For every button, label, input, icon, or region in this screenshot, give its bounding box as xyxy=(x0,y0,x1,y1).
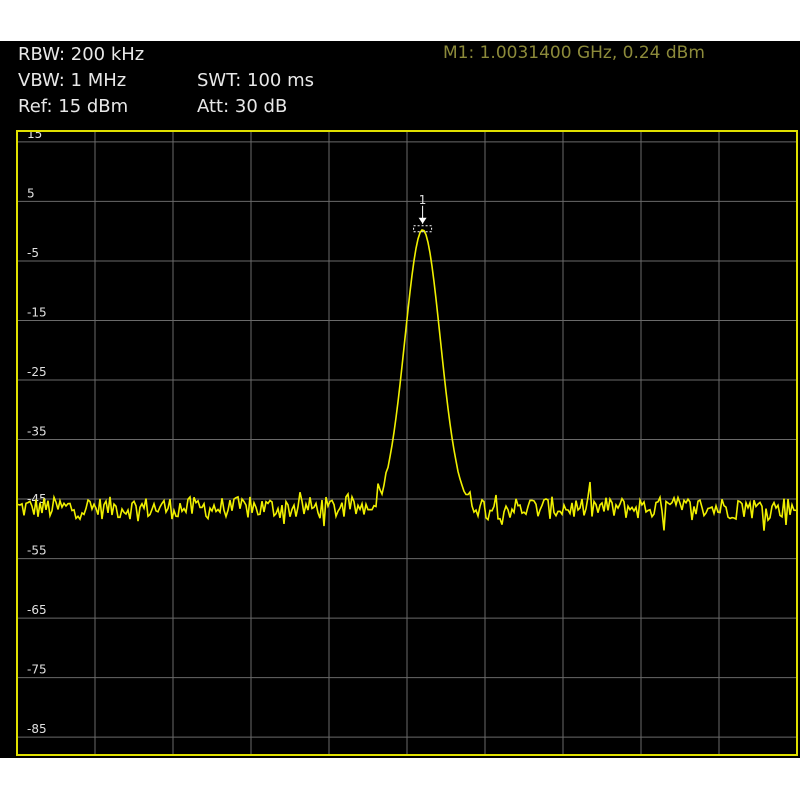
rbw-readout: RBW: 200 kHz xyxy=(18,44,145,65)
y-tick-label: -15 xyxy=(27,305,47,319)
marker-readout: M1: 1.0031400 GHz, 0.24 dBm xyxy=(443,43,705,63)
y-axis-labels: 155-5-15-25-35-55-65-75-85 xyxy=(27,130,47,736)
y-tick-label: 5 xyxy=(27,186,35,200)
attenuation-readout: Att: 30 dB xyxy=(197,96,288,117)
marker-1[interactable]: 1 xyxy=(413,193,433,233)
marker-label: 1 xyxy=(419,193,427,207)
ref-level-readout: Ref: 15 dBm xyxy=(18,96,129,117)
y-tick-label: -35 xyxy=(27,425,47,439)
marker-arrow-icon xyxy=(418,217,427,224)
y-tick-label: -25 xyxy=(27,365,47,379)
y-tick-label: -85 xyxy=(27,722,47,736)
spectrum-plot: 155-5-15-25-35-55-65-75-85 -45 1 xyxy=(16,130,798,756)
y-tick-label: -65 xyxy=(27,603,47,617)
grid xyxy=(17,130,797,755)
y-tick-label: -55 xyxy=(27,544,47,558)
sweep-time-readout: SWT: 100 ms xyxy=(197,70,315,91)
y-tick-label: -75 xyxy=(27,663,47,677)
y-tick-label: -5 xyxy=(27,246,39,260)
vbw-readout: VBW: 1 MHz xyxy=(18,70,127,91)
analyzer-screen: RBW: 200 kHz VBW: 1 MHz Ref: 15 dBm SWT:… xyxy=(0,41,800,758)
